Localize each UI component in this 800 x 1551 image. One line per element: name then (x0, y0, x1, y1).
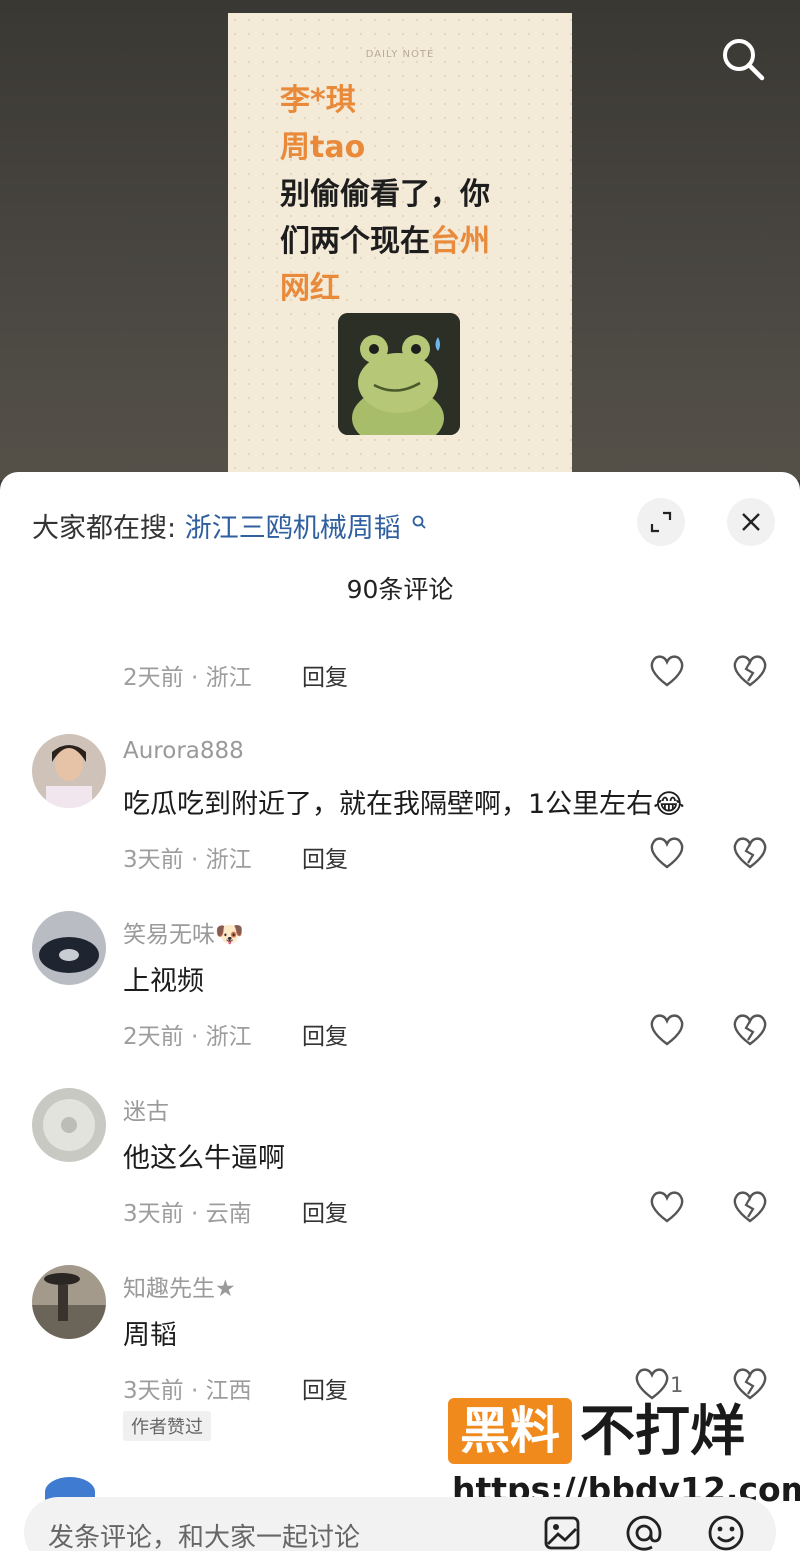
comment-count: 90条评论 (346, 575, 454, 604)
hot-search-bar[interactable]: 大家都在搜: 浙江三鸥机械周韬 (32, 506, 427, 545)
note-line: 周tao (280, 124, 560, 171)
comment-meta: 3天前 · 浙江 (123, 847, 252, 873)
like-button[interactable] (633, 1365, 671, 1401)
broken-heart-icon (733, 837, 767, 869)
comment-meta: 3天前 · 江西 (123, 1378, 252, 1404)
expand-button[interactable] (637, 498, 685, 546)
comment-text: 吃瓜吃到附近了，就在我隔壁啊，1公里左右😂 (123, 789, 685, 820)
dislike-button[interactable] (731, 1011, 769, 1047)
video-note-card: DAILY NOTE 李*琪 周tao 别偷偷看了，你 们两个现在台州 网红 (228, 13, 572, 483)
reply-button[interactable]: 回复 (302, 1371, 348, 1405)
comment-meta: 3天前 · 云南 (123, 1201, 252, 1227)
note-line: 李*琪 (280, 77, 560, 124)
reply-button[interactable]: 回复 (302, 1194, 348, 1228)
note-text: 们两个现在 (280, 224, 430, 259)
broken-heart-icon (733, 1368, 767, 1400)
watermark: 黑料 不打烊 https://bbdy12.com (448, 1398, 800, 1513)
reply-button[interactable]: 回复 (302, 840, 348, 874)
heart-icon (650, 1014, 684, 1046)
comment-item: 迷古 他这么牛逼啊 3天前 · 云南 回复 (0, 1088, 800, 1258)
heart-icon (650, 655, 684, 687)
close-button[interactable] (727, 498, 775, 546)
comment-text: 他这么牛逼啊 (123, 1143, 285, 1174)
comment-text: 周韬 (123, 1320, 177, 1351)
like-button[interactable] (648, 1188, 686, 1224)
like-button[interactable] (648, 1011, 686, 1047)
comment-author[interactable]: 笑易无味🐶 (123, 915, 244, 949)
avatar[interactable] (32, 1265, 106, 1339)
search-icon (411, 506, 427, 537)
expand-icon (650, 511, 672, 533)
comment-author[interactable]: 迷古 (123, 1092, 169, 1126)
broken-heart-icon (733, 1191, 767, 1223)
dislike-button[interactable] (731, 1188, 769, 1224)
dislike-button[interactable] (731, 652, 769, 688)
comment-item: 笑易无味🐶 上视频 2天前 · 浙江 回复 (0, 911, 800, 1081)
broken-heart-icon (733, 1014, 767, 1046)
comment-text: 上视频 (123, 966, 204, 997)
dislike-button[interactable] (731, 1365, 769, 1401)
heart-icon (650, 1191, 684, 1223)
reply-button[interactable]: 回复 (302, 1017, 348, 1051)
avatar[interactable] (32, 911, 106, 985)
comment-item: Aurora888 吃瓜吃到附近了，就在我隔壁啊，1公里左右😂 3天前 · 浙江… (0, 734, 800, 904)
like-button[interactable] (648, 652, 686, 688)
comment-author[interactable]: 知趣先生★ (123, 1269, 236, 1303)
like-button[interactable] (648, 834, 686, 870)
mention-icon[interactable] (624, 1513, 664, 1551)
close-icon (742, 513, 760, 531)
search-icon[interactable] (718, 34, 768, 84)
like-count: 1 (670, 1373, 684, 1397)
note-text: 台州 (430, 224, 490, 259)
broken-heart-icon (733, 655, 767, 687)
comment-author[interactable]: Aurora888 (123, 738, 244, 764)
note-line: 们两个现在台州 (280, 218, 560, 265)
comment-input-bar[interactable]: 发条评论，和大家一起讨论 (24, 1497, 776, 1551)
dislike-button[interactable] (731, 834, 769, 870)
emoji-icon[interactable] (706, 1513, 746, 1551)
note-header: DAILY NOTE (365, 49, 435, 60)
avatar[interactable] (32, 734, 106, 808)
note-text: 网红 (280, 271, 340, 306)
note-text: 周tao (280, 130, 366, 165)
note-text: 李*琪 (280, 83, 356, 118)
note-line: 别偷偷看了，你 (280, 171, 560, 218)
comment-meta: 2天前 · 浙江 (123, 665, 252, 691)
heart-icon (635, 1368, 669, 1400)
heart-icon (650, 837, 684, 869)
note-lines: 李*琪 周tao 别偷偷看了，你 们两个现在台州 网红 (280, 77, 560, 312)
author-liked-badge: 作者赞过 (123, 1411, 211, 1441)
comment-meta: 2天前 · 浙江 (123, 1024, 252, 1050)
frog-sticker-image (338, 313, 460, 435)
note-line: 网红 (280, 265, 560, 312)
hot-search-term[interactable]: 浙江三鸥机械周韬 (185, 513, 401, 544)
comment-sheet: 大家都在搜: 浙江三鸥机械周韬 90条评论 2天前 · 浙江 回复 Aurora… (0, 472, 800, 1551)
comment-input-placeholder[interactable]: 发条评论，和大家一起讨论 (48, 1517, 360, 1551)
reply-button[interactable]: 回复 (302, 658, 348, 692)
note-text: 别偷偷看了，你 (280, 177, 490, 212)
watermark-box-text: 黑料 (448, 1398, 572, 1464)
hot-search-label: 大家都在搜: (32, 513, 177, 544)
watermark-main-text: 不打烊 (580, 1399, 746, 1463)
avatar[interactable] (32, 1088, 106, 1162)
image-icon[interactable] (542, 1513, 582, 1551)
